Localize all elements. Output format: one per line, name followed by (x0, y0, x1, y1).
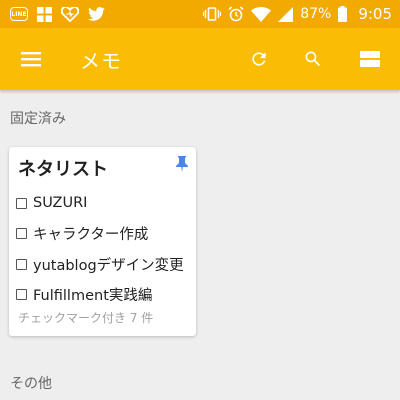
note-title: ネタリスト (18, 159, 108, 180)
app-bar: メモ (0, 28, 400, 90)
status-bar: LINE 87% 9:05 (0, 0, 400, 28)
twitter-icon (88, 7, 105, 21)
status-time: 9:05 (358, 5, 392, 23)
checkbox[interactable] (16, 258, 27, 270)
signal-icon (278, 6, 294, 22)
alarm-icon (228, 6, 244, 22)
section-label-other: その他 (10, 376, 52, 392)
list-item-text: yutablogデザイン変更 (33, 257, 184, 274)
view-toggle-button[interactable] (340, 28, 400, 90)
menu-button[interactable] (0, 28, 62, 90)
search-button[interactable] (286, 28, 340, 90)
checked-items-summary: チェックマーク付き 7 件 (18, 311, 154, 325)
checkbox[interactable] (16, 228, 27, 240)
vibrate-icon (203, 7, 222, 21)
todo-list: SUZURI キャラクター作成 yutablogデザイン変更 Fulfillme… (16, 188, 192, 310)
battery-icon (338, 6, 348, 22)
checkbox[interactable] (16, 197, 27, 209)
wifi-icon (251, 6, 272, 22)
menu-icon (21, 52, 41, 67)
line-icon: LINE (10, 7, 28, 21)
windows-icon (37, 6, 52, 22)
list-item[interactable]: yutablogデザイン変更 (16, 249, 192, 280)
list-item[interactable]: SUZURI (16, 188, 192, 219)
battery-percent: 87% (300, 6, 332, 22)
refresh-button[interactable] (232, 28, 286, 90)
view-toggle-icon (360, 51, 380, 67)
system-icons: 87% 9:05 (203, 5, 392, 23)
notification-icons: LINE (10, 6, 105, 22)
list-item[interactable]: キャラクター作成 (16, 219, 192, 250)
page-title: メモ (80, 48, 122, 73)
heart-icon (61, 6, 79, 22)
list-item-text: Fulfillment実践編 (33, 288, 153, 305)
list-item-text: SUZURI (33, 195, 88, 212)
list-item-text: キャラクター作成 (33, 227, 149, 244)
refresh-icon (252, 52, 266, 66)
checkbox[interactable] (16, 289, 27, 301)
pinned-note-card[interactable]: ネタリスト SUZURI キャラクター作成 yutablogデザイン変更 Ful… (9, 147, 196, 336)
section-label-pinned: 固定済み (10, 111, 66, 127)
search-icon (305, 51, 321, 67)
list-item[interactable]: Fulfillment実践編 (16, 280, 192, 311)
pin-icon (176, 156, 188, 176)
